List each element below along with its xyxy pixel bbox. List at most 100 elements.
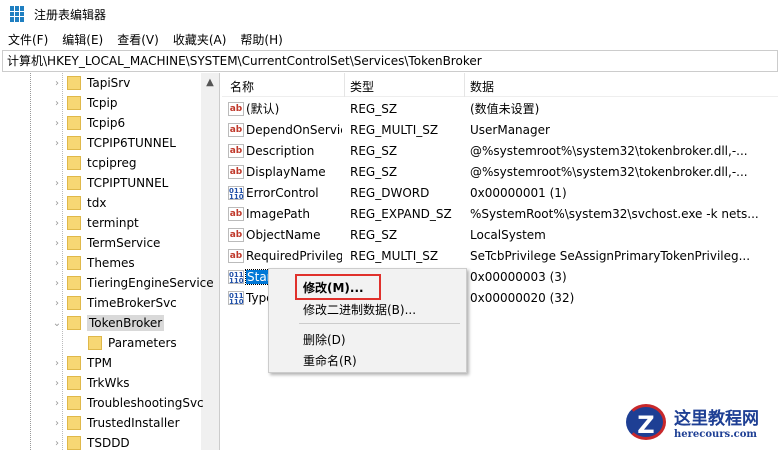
menu-edit[interactable]: 编辑(E) [62, 31, 103, 48]
expand-chevron-icon[interactable]: › [52, 438, 62, 449]
tree-item[interactable]: › tdx [52, 193, 106, 213]
value-row[interactable]: 011 110 ErrorControl REG_DWORD 0x00000001 (1… [222, 182, 778, 203]
folder-icon [67, 416, 81, 430]
folder-icon [67, 216, 81, 230]
column-data[interactable]: 数据 [466, 78, 494, 95]
value-row[interactable]: ab ObjectName REG_SZ LocalSystem [222, 224, 778, 245]
expand-chevron-icon[interactable]: › [52, 258, 62, 269]
tree-item-label: terminpt [87, 216, 139, 230]
value-type: REG_SZ [350, 164, 398, 179]
tree-item-label: TroubleshootingSvc [87, 396, 204, 410]
expand-chevron-icon[interactable]: ⌄ [52, 318, 62, 329]
values-pane: 名称 类型 数据 ab (默认) REG_SZ (数值未设置) ab DependOnSe… [222, 73, 778, 450]
menu-favorites[interactable]: 收藏夹(A) [173, 31, 227, 48]
folder-icon [67, 236, 81, 250]
expand-chevron-icon[interactable]: › [52, 138, 62, 149]
string-value-icon: ab [228, 143, 244, 158]
column-type[interactable]: 类型 [346, 78, 374, 95]
expand-chevron-icon[interactable]: › [52, 378, 62, 389]
menu-view[interactable]: 查看(V) [117, 31, 159, 48]
tree-item[interactable]: › TapiSrv [52, 73, 130, 93]
column-divider[interactable] [464, 73, 465, 97]
tree-item[interactable]: › TCPIPTUNNEL [52, 173, 168, 193]
tree-item-label: TermService [87, 236, 161, 250]
menu-separator [299, 323, 460, 324]
value-data: SeTcbPrivilege SeAssignPrimaryTokenPrivi… [470, 248, 751, 263]
expand-chevron-icon[interactable]: › [52, 178, 62, 189]
expand-chevron-icon[interactable]: › [52, 198, 62, 209]
value-name: (默认) [246, 102, 280, 116]
value-data: @%systemroot%\system32\tokenbroker.dll,-… [470, 143, 748, 158]
folder-icon [88, 336, 102, 350]
tree-item-label: Parameters [108, 336, 177, 350]
string-value-icon: ab [228, 206, 244, 221]
value-row[interactable]: abDependOnService REG_MULTI_SZ UserManager [222, 119, 778, 140]
expand-chevron-icon[interactable]: › [52, 78, 62, 89]
value-row[interactable]: ab DisplayName REG_SZ @%systemroot%\system3… [222, 161, 778, 182]
tree-item[interactable]: › TrkWks [52, 373, 130, 393]
tree-scrollbar[interactable]: ▲ [201, 73, 219, 450]
folder-icon [67, 376, 81, 390]
tree-item[interactable]: ⌄ TokenBroker [52, 313, 165, 333]
tree-item-label: tcpipreg [87, 156, 137, 170]
tree-item[interactable]: › Tcpip6 [52, 113, 125, 133]
column-divider[interactable] [344, 73, 345, 97]
address-bar[interactable]: 计算机\HKEY_LOCAL_MACHINE\SYSTEM\CurrentCon… [2, 50, 778, 72]
menu-file[interactable]: 文件(F) [8, 31, 48, 48]
folder-icon [67, 136, 81, 150]
tree-item[interactable]: tcpipreg [52, 153, 137, 173]
expand-chevron-icon[interactable]: › [52, 358, 62, 369]
menu-item-modify-binary[interactable]: 修改二进制数据(B)... [303, 301, 416, 318]
tree-item[interactable]: › TimeBrokerSvc [52, 293, 177, 313]
tree-item-label: TokenBroker [87, 315, 165, 331]
tree-item-label: tdx [87, 196, 107, 210]
tree-item[interactable]: Parameters [88, 333, 177, 353]
string-value-icon: ab [228, 122, 244, 137]
value-type: REG_MULTI_SZ [350, 248, 439, 263]
expand-chevron-icon[interactable]: › [52, 118, 62, 129]
expand-chevron-icon[interactable]: › [52, 218, 62, 229]
menu-help[interactable]: 帮助(H) [240, 31, 282, 48]
tree-item[interactable]: › TCPIP6TUNNEL [52, 133, 176, 153]
menu-item-rename[interactable]: 重命名(R) [303, 352, 357, 369]
value-data: %SystemRoot%\system32\svchost.exe -k net… [470, 206, 759, 221]
tree-item[interactable]: › Tcpip [52, 93, 117, 113]
tree-item-label: TCPIPTUNNEL [87, 176, 169, 190]
expand-chevron-icon[interactable]: › [52, 298, 62, 309]
value-name: ImagePath [246, 206, 310, 221]
value-row[interactable]: ab (默认) REG_SZ (数值未设置) [222, 98, 778, 119]
watermark-en: herecours.com [674, 429, 758, 440]
tree-item-label: Tcpip [87, 96, 118, 110]
expand-chevron-icon[interactable]: › [52, 278, 62, 289]
tree-item[interactable]: › terminpt [52, 213, 139, 233]
value-type: REG_SZ [350, 101, 398, 116]
tree-item[interactable]: › TroubleshootingSvc [52, 393, 204, 413]
tree-item-label: TimeBrokerSvc [87, 296, 177, 310]
value-row[interactable]: ab ImagePath REG_EXPAND_SZ %SystemRoot%\sys… [222, 203, 778, 224]
tree-item[interactable]: › TieringEngineService [52, 273, 214, 293]
menu-item-modify[interactable]: 修改(M)... [303, 279, 364, 296]
column-name[interactable]: 名称 [226, 78, 254, 95]
tree-item[interactable]: › TSDDD [52, 433, 130, 450]
scroll-up-icon[interactable]: ▲ [201, 77, 219, 88]
tree-item[interactable]: › TPM [52, 353, 112, 373]
value-row[interactable]: abRequiredPrivileges REG_MULTI_SZ SeTcbPri… [222, 245, 778, 266]
value-type: REG_SZ [350, 227, 398, 242]
menu-bar: 文件(F) 编辑(E) 查看(V) 收藏夹(A) 帮助(H) [0, 28, 297, 50]
expand-chevron-icon[interactable]: › [52, 98, 62, 109]
string-value-icon: ab [228, 101, 244, 116]
binary-value-icon: 011 110 [228, 185, 244, 201]
tree-item-label: TapiSrv [87, 76, 131, 90]
tree-item[interactable]: › TermService [52, 233, 160, 253]
expand-chevron-icon[interactable]: › [52, 418, 62, 429]
folder-icon [67, 156, 81, 170]
tree-item[interactable]: › Themes [52, 253, 135, 273]
expand-chevron-icon[interactable]: › [52, 398, 62, 409]
value-row[interactable]: ab Description REG_SZ @%systemroot%\system3… [222, 140, 778, 161]
expand-chevron-icon[interactable]: › [52, 238, 62, 249]
folder-icon [67, 296, 81, 310]
tree-item-label: TPM [87, 356, 112, 370]
menu-item-delete[interactable]: 删除(D) [303, 331, 346, 348]
value-data: (数值未设置) [470, 102, 540, 116]
tree-item[interactable]: › TrustedInstaller [52, 413, 180, 433]
